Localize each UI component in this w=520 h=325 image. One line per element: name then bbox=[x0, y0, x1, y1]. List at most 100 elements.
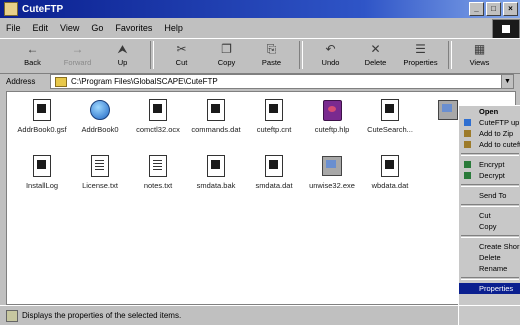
menu-separator bbox=[461, 204, 519, 207]
context-menu-label: Encrypt bbox=[479, 160, 505, 169]
properties-icon: ☰ bbox=[415, 42, 426, 56]
status-icon bbox=[6, 309, 18, 322]
file-item[interactable]: notes.txt bbox=[129, 154, 187, 190]
menu-help[interactable]: Help bbox=[164, 23, 183, 33]
menu-file[interactable]: File bbox=[6, 23, 21, 33]
context-menu-item[interactable]: Encrypt bbox=[459, 159, 520, 170]
context-menu-item[interactable]: Create Shor bbox=[459, 241, 520, 252]
back-button[interactable]: ← Back bbox=[10, 39, 55, 71]
toolbar-label: Delete bbox=[364, 58, 387, 67]
close-button[interactable]: × bbox=[503, 2, 518, 16]
file-name: notes.txt bbox=[143, 181, 173, 190]
cut-button[interactable]: ✂ Cut bbox=[159, 39, 204, 71]
paste-icon: ⎘ bbox=[266, 42, 277, 56]
file-item[interactable]: wbdata.dat bbox=[361, 154, 419, 190]
file-name: AddrBook0 bbox=[81, 125, 119, 134]
file-icon bbox=[321, 98, 343, 122]
file-item[interactable]: AddrBook0.gsf bbox=[13, 98, 71, 134]
views-button[interactable]: ▦ Views bbox=[457, 39, 502, 71]
context-menu-label: Delete bbox=[479, 253, 501, 262]
file-item[interactable]: unwise32.exe bbox=[303, 154, 361, 190]
copy-icon: ❐ bbox=[221, 42, 232, 56]
file-icon bbox=[205, 154, 227, 178]
file-icon bbox=[321, 154, 343, 178]
undo-button[interactable]: ↶ Undo bbox=[308, 39, 353, 71]
file-icon bbox=[263, 98, 285, 122]
file-icon bbox=[147, 98, 169, 122]
file-name: InstallLog bbox=[25, 181, 59, 190]
file-name: AddrBook0.gsf bbox=[17, 125, 67, 134]
menu-item-icon bbox=[464, 119, 471, 126]
up-button[interactable]: ⮝ Up bbox=[100, 39, 145, 71]
menu-item-icon bbox=[464, 161, 471, 168]
toolbar-label: Views bbox=[469, 58, 490, 67]
menu-item-icon bbox=[464, 141, 471, 148]
copy-button[interactable]: ❐ Copy bbox=[204, 39, 249, 71]
file-icon bbox=[31, 98, 53, 122]
toolbar-label: Cut bbox=[175, 58, 188, 67]
window-controls: _ □ × bbox=[469, 2, 518, 16]
file-item[interactable]: License.txt bbox=[71, 154, 129, 190]
context-menu-item[interactable]: Open bbox=[459, 106, 520, 117]
menu-item-icon bbox=[464, 172, 471, 179]
context-menu-label: Properties bbox=[479, 284, 514, 293]
menu-favorites[interactable]: Favorites bbox=[115, 23, 152, 33]
file-name: comctl32.ocx bbox=[136, 125, 180, 134]
file-item[interactable]: cuteftp.hlp bbox=[303, 98, 361, 134]
context-menu-item[interactable]: Rename bbox=[459, 263, 520, 274]
paste-button[interactable]: ⎘ Paste bbox=[249, 39, 294, 71]
file-icon bbox=[205, 98, 227, 122]
file-name: smdata.bak bbox=[196, 181, 236, 190]
context-menu-label: Decrypt bbox=[479, 171, 505, 180]
file-item[interactable]: cuteftp.cnt bbox=[245, 98, 303, 134]
file-item[interactable]: CuteSearch... bbox=[361, 98, 419, 134]
toolbar-label: Forward bbox=[63, 58, 92, 67]
file-item[interactable]: comctl32.ocx bbox=[129, 98, 187, 134]
context-menu-label: CuteFTP up bbox=[479, 118, 520, 127]
folder-icon bbox=[55, 76, 67, 87]
menu-go[interactable]: Go bbox=[91, 23, 103, 33]
file-item[interactable]: smdata.bak bbox=[187, 154, 245, 190]
toolbar-separator bbox=[299, 41, 303, 69]
context-menu-label: Add to Zip bbox=[479, 129, 514, 138]
file-icon bbox=[89, 154, 111, 178]
minimize-button[interactable]: _ bbox=[469, 2, 484, 16]
context-menu-item[interactable]: Cut bbox=[459, 210, 520, 221]
file-item[interactable]: AddrBook0 bbox=[71, 98, 129, 134]
properties-button[interactable]: ☰ Properties bbox=[398, 39, 443, 71]
file-name: CuteSearch... bbox=[367, 125, 413, 134]
undo-icon: ↶ bbox=[325, 42, 336, 56]
address-bar: Address C:\Program Files\GlobalSCAPE\Cut… bbox=[0, 73, 520, 89]
up-folder-icon: ⮝ bbox=[117, 42, 128, 56]
context-menu-item[interactable]: Properties bbox=[459, 283, 520, 294]
menu-edit[interactable]: Edit bbox=[33, 23, 49, 33]
context-menu-item[interactable]: Send To bbox=[459, 190, 520, 201]
menu-item-icon bbox=[464, 130, 471, 137]
maximize-button[interactable]: □ bbox=[486, 2, 501, 16]
forward-button[interactable]: → Forward bbox=[55, 39, 100, 71]
file-item[interactable]: commands.dat bbox=[187, 98, 245, 134]
status-text: Displays the properties of the selected … bbox=[22, 311, 182, 320]
context-menu-item[interactable]: Copy bbox=[459, 221, 520, 232]
menu-separator bbox=[461, 277, 519, 280]
menu-bar: File Edit View Go Favorites Help bbox=[0, 19, 506, 36]
menu-view[interactable]: View bbox=[60, 23, 79, 33]
context-menu-item[interactable]: Decrypt bbox=[459, 170, 520, 181]
chevron-down-icon[interactable]: ▼ bbox=[501, 75, 513, 88]
context-menu-item[interactable]: CuteFTP up bbox=[459, 117, 520, 128]
delete-button[interactable]: ✕ Delete bbox=[353, 39, 398, 71]
file-icon bbox=[263, 154, 285, 178]
menu-separator bbox=[461, 153, 519, 156]
file-item[interactable]: InstallLog bbox=[13, 154, 71, 190]
address-label: Address bbox=[6, 76, 36, 86]
file-icon bbox=[31, 154, 53, 178]
context-menu-item[interactable]: Add to cuteftp bbox=[459, 139, 520, 150]
delete-icon: ✕ bbox=[370, 42, 381, 56]
file-list: AddrBook0.gsf AddrBook0 comctl32.ocx comman… bbox=[6, 91, 516, 305]
file-name: unwise32.exe bbox=[309, 181, 355, 190]
file-icon bbox=[89, 98, 111, 122]
file-item[interactable]: smdata.dat bbox=[245, 154, 303, 190]
address-field[interactable]: C:\Program Files\GlobalSCAPE\CuteFTP ▼ bbox=[50, 74, 514, 89]
context-menu-item[interactable]: Add to Zip bbox=[459, 128, 520, 139]
context-menu-item[interactable]: Delete bbox=[459, 252, 520, 263]
